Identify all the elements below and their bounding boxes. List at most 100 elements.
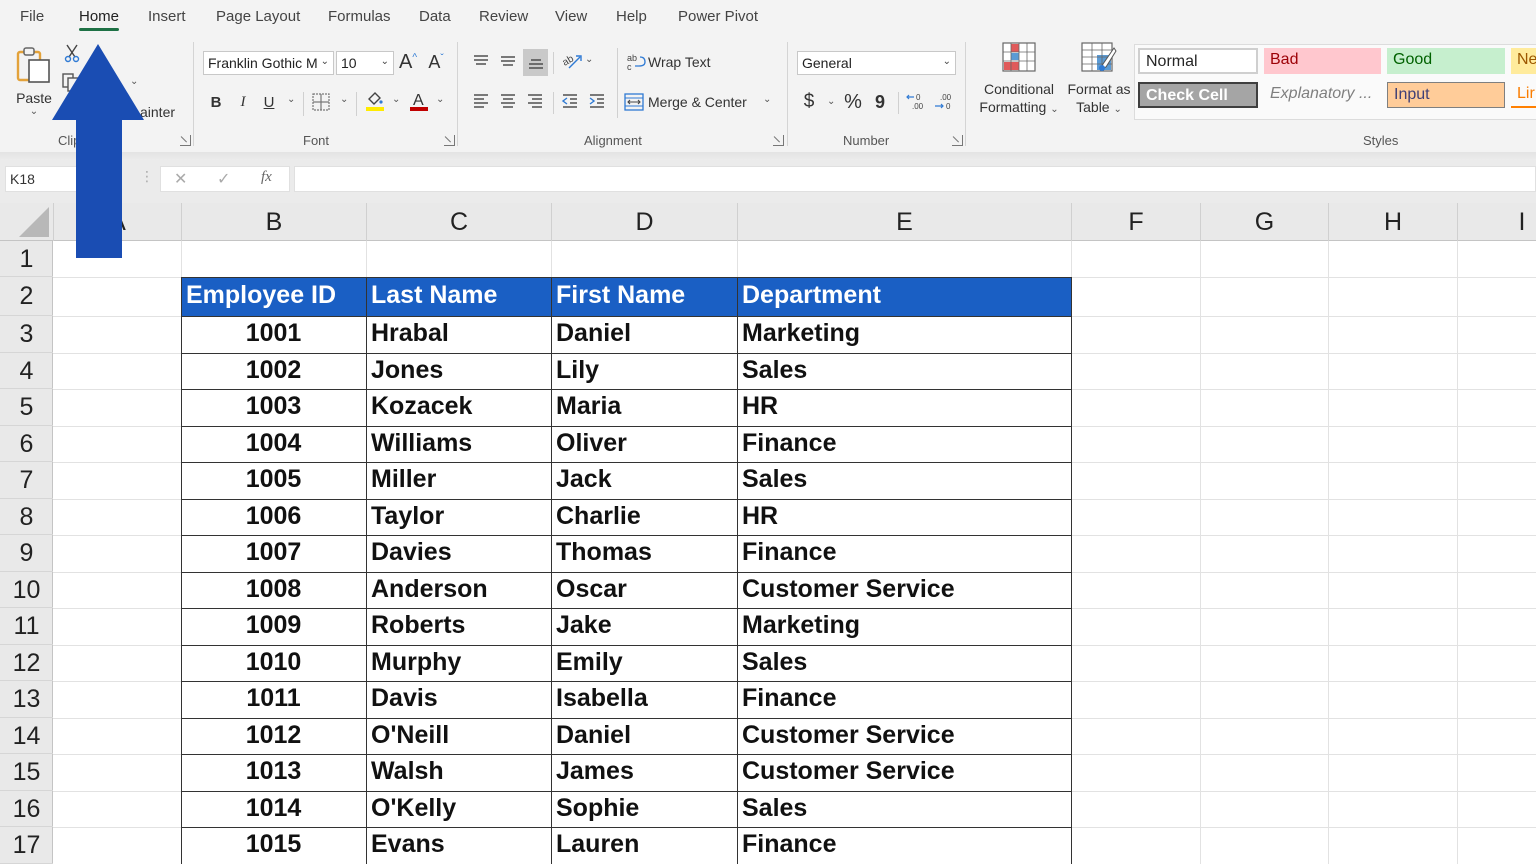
tab-file[interactable]: File <box>20 8 44 25</box>
table-cell-last-name[interactable]: Jones <box>366 353 551 390</box>
table-cell-first-name[interactable]: Daniel <box>551 718 737 755</box>
table-cell-employee-id[interactable]: 1008 <box>181 572 366 609</box>
row-header-16[interactable]: 16 <box>0 791 53 827</box>
decrease-decimal-button[interactable]: .00 0 <box>932 90 956 114</box>
column-header-i[interactable]: I <box>1457 203 1536 241</box>
paste-button[interactable]: Paste ⌄ <box>12 40 56 122</box>
fill-color-dropdown-icon[interactable]: ⌄ <box>392 94 400 105</box>
cancel-icon[interactable]: ✕ <box>174 169 187 189</box>
table-cell-department[interactable]: Finance <box>737 681 1071 718</box>
table-cell-department[interactable]: Finance <box>737 426 1071 463</box>
row-header-1[interactable]: 1 <box>0 241 53 277</box>
table-cell-employee-id[interactable]: 1004 <box>181 426 366 463</box>
format-painter-label[interactable]: ainter <box>140 104 175 120</box>
copy-button[interactable] <box>60 72 82 94</box>
column-header-f[interactable]: F <box>1071 203 1200 241</box>
align-center-button[interactable] <box>497 90 519 112</box>
bottom-align-button[interactable] <box>523 49 548 76</box>
table-header-department[interactable]: Department <box>737 277 1071 316</box>
name-box[interactable]: K18 <box>5 166 122 192</box>
tab-view[interactable]: View <box>555 8 587 25</box>
table-cell-employee-id[interactable]: 1007 <box>181 535 366 572</box>
table-cell-last-name[interactable]: Evans <box>366 827 551 864</box>
merge-dropdown-icon[interactable]: ⌄ <box>763 94 771 105</box>
tab-review[interactable]: Review <box>479 8 528 25</box>
style-normal[interactable]: Normal <box>1138 48 1258 74</box>
table-cell-last-name[interactable]: Hrabal <box>366 316 551 353</box>
increase-decimal-button[interactable]: 0 .00 <box>904 90 928 114</box>
table-cell-department[interactable]: Sales <box>737 645 1071 682</box>
font-launcher-icon[interactable] <box>444 135 455 146</box>
table-cell-employee-id[interactable]: 1014 <box>181 791 366 828</box>
table-cell-employee-id[interactable]: 1002 <box>181 353 366 390</box>
orientation-dropdown-icon[interactable]: ⌄ <box>585 54 593 65</box>
tab-help[interactable]: Help <box>616 8 647 25</box>
decrease-font-size-button[interactable]: Aˇ <box>425 50 447 74</box>
table-cell-department[interactable]: Customer Service <box>737 572 1071 609</box>
column-header-h[interactable]: H <box>1328 203 1457 241</box>
italic-button[interactable]: I <box>233 90 253 114</box>
row-header-8[interactable]: 8 <box>0 499 53 535</box>
column-header-a[interactable]: A <box>53 203 181 241</box>
select-all-button[interactable] <box>0 203 53 241</box>
table-cell-last-name[interactable]: Davies <box>366 535 551 572</box>
table-header-employee-id[interactable]: Employee ID <box>181 277 366 316</box>
table-cell-first-name[interactable]: Sophie <box>551 791 737 828</box>
table-cell-department[interactable]: HR <box>737 389 1071 426</box>
middle-align-button[interactable] <box>497 50 519 72</box>
comma-style-button[interactable]: 9 <box>872 90 888 114</box>
borders-dropdown-icon[interactable]: ⌄ <box>340 94 348 105</box>
row-header-6[interactable]: 6 <box>0 426 53 462</box>
table-cell-last-name[interactable]: Taylor <box>366 499 551 536</box>
table-cell-last-name[interactable]: Miller <box>366 462 551 499</box>
table-cell-department[interactable]: Customer Service <box>737 718 1071 755</box>
fill-color-button[interactable] <box>364 88 386 114</box>
table-cell-first-name[interactable]: Maria <box>551 389 737 426</box>
top-align-button[interactable] <box>470 50 492 72</box>
table-cell-last-name[interactable]: Kozacek <box>366 389 551 426</box>
tab-power-pivot[interactable]: Power Pivot <box>678 8 758 25</box>
table-cell-employee-id[interactable]: 1015 <box>181 827 366 864</box>
merge-center-button[interactable]: Merge & Center <box>624 90 752 114</box>
style-linked-cell[interactable]: Lir <box>1511 82 1536 108</box>
bold-button[interactable]: B <box>206 90 226 114</box>
table-cell-last-name[interactable]: Roberts <box>366 608 551 645</box>
row-header-9[interactable]: 9 <box>0 535 53 572</box>
font-size-select[interactable]: 10 ⌄ <box>336 51 394 75</box>
row-header-2[interactable]: 2 <box>0 277 53 316</box>
increase-indent-button[interactable] <box>586 90 608 112</box>
table-cell-last-name[interactable]: Anderson <box>366 572 551 609</box>
enter-icon[interactable]: ✓ <box>217 169 230 189</box>
table-cell-first-name[interactable]: Charlie <box>551 499 737 536</box>
tab-formulas[interactable]: Formulas <box>328 8 391 25</box>
tab-home[interactable]: Home <box>79 8 120 31</box>
style-neutral[interactable]: Ne <box>1511 48 1536 74</box>
table-header-first-name[interactable]: First Name <box>551 277 737 316</box>
table-cell-employee-id[interactable]: 1011 <box>181 681 366 718</box>
font-color-dropdown-icon[interactable]: ⌄ <box>436 94 444 105</box>
currency-dropdown-icon[interactable]: ⌄ <box>827 96 835 107</box>
row-header-17[interactable]: 17 <box>0 827 53 864</box>
table-cell-employee-id[interactable]: 1012 <box>181 718 366 755</box>
conditional-formatting-button[interactable]: Conditional Formatting ⌄ <box>975 42 1063 122</box>
cut-button[interactable] <box>62 42 82 64</box>
table-cell-first-name[interactable]: Isabella <box>551 681 737 718</box>
wrap-text-button[interactable]: ab c Wrap Text <box>626 50 722 74</box>
column-header-c[interactable]: C <box>366 203 551 241</box>
copy-dropdown-icon[interactable]: ⌄ <box>130 76 138 87</box>
table-cell-last-name[interactable]: Williams <box>366 426 551 463</box>
column-header-d[interactable]: D <box>551 203 737 241</box>
orientation-button[interactable]: ab <box>560 50 584 72</box>
insert-function-icon[interactable]: fx <box>261 169 272 186</box>
table-cell-last-name[interactable]: Walsh <box>366 754 551 791</box>
font-name-select[interactable]: Franklin Gothic M ⌄ <box>203 51 334 75</box>
underline-button[interactable]: U <box>259 90 279 114</box>
table-cell-employee-id[interactable]: 1010 <box>181 645 366 682</box>
table-cell-employee-id[interactable]: 1005 <box>181 462 366 499</box>
table-header-last-name[interactable]: Last Name <box>366 277 551 316</box>
table-cell-department[interactable]: Customer Service <box>737 754 1071 791</box>
table-cell-department[interactable]: Sales <box>737 353 1071 390</box>
table-cell-department[interactable]: Marketing <box>737 316 1071 353</box>
row-header-5[interactable]: 5 <box>0 389 53 426</box>
table-cell-first-name[interactable]: Oliver <box>551 426 737 463</box>
